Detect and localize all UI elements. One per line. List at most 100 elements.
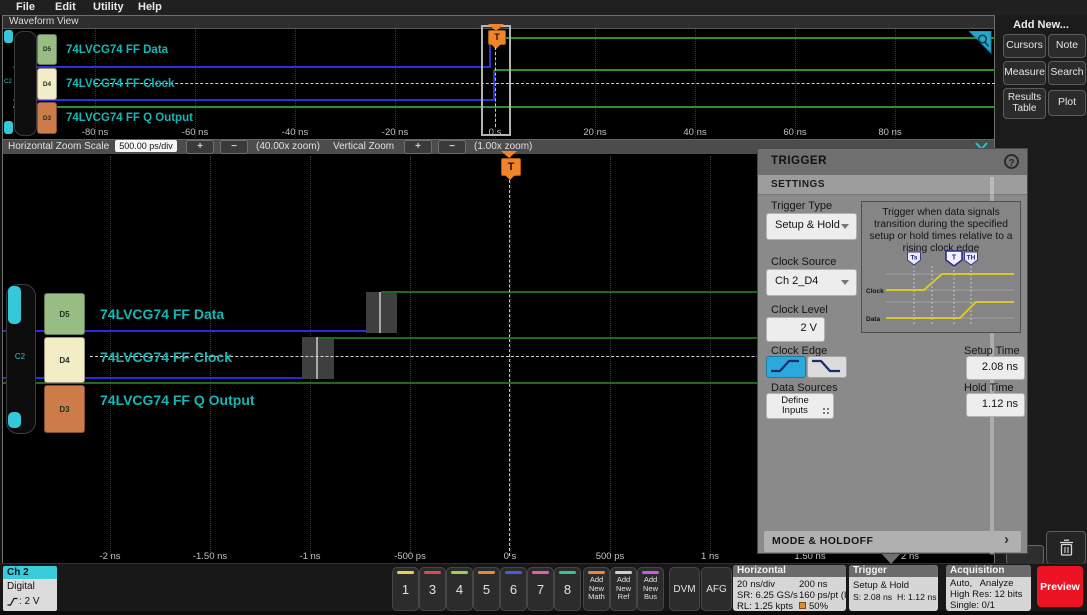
define-inputs-button[interactable]: Define Inputs (766, 393, 834, 419)
data-transition-marker (379, 292, 381, 333)
trigger-badge[interactable]: Trigger Setup & Hold S: 2.08 ns H: 1.12 … (849, 565, 938, 611)
axis-tick: -40 ns (269, 127, 321, 138)
cursors-button[interactable]: Cursors (1003, 34, 1046, 58)
delete-button[interactable] (1046, 531, 1086, 564)
results-table-button[interactable]: Results Table (1003, 88, 1046, 119)
ch2-mode: Digital (7, 581, 35, 592)
clock-level-value: 2 V (800, 322, 817, 334)
expansion-point-icon (799, 602, 806, 609)
group-handle-top-grip[interactable] (4, 30, 13, 43)
math-color-stripe (588, 571, 605, 574)
sample-rate: SR: 6.25 GS/s (737, 590, 798, 601)
group-handle-bottom-grip[interactable] (4, 121, 13, 134)
chevron-down-icon (841, 224, 849, 229)
horizontal-badge-title: Horizontal (733, 565, 846, 577)
digital-group-handle[interactable] (14, 31, 37, 136)
ch2-threshold: : 2 V (19, 596, 40, 607)
vertical-zoom-label: Vertical Zoom (333, 141, 394, 152)
clock-level-field[interactable]: 2 V (766, 317, 825, 342)
help-icon[interactable]: ? (1004, 154, 1019, 169)
menu-bar (0, 0, 1087, 15)
clock-low-trace (13, 99, 494, 101)
menu-help[interactable]: Help (138, 1, 162, 13)
record-length: RL: 1.25 kpts (737, 601, 793, 611)
menu-utility[interactable]: Utility (93, 1, 124, 13)
trigger-description-box: Trigger when data signals transition dur… (861, 201, 1021, 333)
ch2-body: Digital : 2 V (3, 579, 57, 611)
trigger-type-value: Setup & Hold (775, 219, 840, 231)
rising-edge-button[interactable] (766, 356, 806, 378)
h-zoom-minus-button[interactable]: − (220, 140, 248, 154)
hold-time-field[interactable]: 1.12 ns (966, 393, 1025, 417)
channel-number: 7 (528, 582, 553, 597)
menu-file[interactable]: File (16, 1, 35, 13)
v-zoom-minus-button[interactable]: − (438, 140, 466, 154)
sample-resolution: 160 ps/pt (IT) (799, 590, 846, 601)
add-new-ref-button[interactable]: Add New Ref (610, 567, 637, 611)
ch2-channel-badge[interactable]: Ch 2 Digital : 2 V (3, 566, 57, 611)
channel-4-button[interactable]: 4 (446, 567, 473, 611)
data-transition-block (366, 292, 397, 333)
trigger-type-dropdown[interactable]: Setup & Hold (766, 213, 857, 240)
trigger-panel-header[interactable]: TRIGGER ? (758, 149, 1027, 175)
add-new-bus-button[interactable]: Add New Bus (637, 567, 664, 611)
channel-label-clock: 74LVCG74 FF Clock (100, 349, 232, 365)
bottom-strip (0, 611, 1087, 615)
trigger-position-arrow-icon[interactable] (501, 151, 517, 158)
note-button[interactable]: Note (1048, 34, 1086, 58)
h-zoom-plus-button[interactable]: + (186, 140, 214, 154)
falling-edge-button[interactable] (807, 356, 847, 378)
waveform-view-title: Waveform View (9, 16, 78, 27)
settings-tab-label: SETTINGS (771, 179, 825, 190)
group-handle-top-grip[interactable] (8, 286, 21, 324)
ch2-header: Ch 2 (3, 566, 57, 579)
channel-1-button[interactable]: 1 (392, 567, 419, 611)
channel-3-button[interactable]: 3 (419, 567, 446, 611)
channel-5-button[interactable]: 5 (473, 567, 500, 611)
channel-8-button[interactable]: 8 (554, 567, 581, 611)
channel-badge-d5[interactable]: D5 (44, 293, 85, 335)
horizontal-zoom-scale-input[interactable]: 500.00 ps/div (115, 140, 177, 152)
dvm-button[interactable]: DVM (669, 567, 700, 611)
setup-time-field[interactable]: 2.08 ns (966, 356, 1025, 380)
channel-badge-d5[interactable]: D5 (37, 34, 57, 65)
th-marker: TH (967, 255, 976, 262)
channel-7-button[interactable]: 7 (527, 567, 554, 611)
clock-source-value: Ch 2_D4 (775, 275, 818, 287)
horizontal-badge[interactable]: Horizontal 20 ns/div 200 ns SR: 6.25 GS/… (733, 565, 846, 611)
menu-edit[interactable]: Edit (55, 1, 76, 13)
channel-color-stripe (451, 571, 468, 574)
zoom-overview-icon[interactable] (969, 31, 992, 54)
clock-transition-marker (316, 337, 318, 379)
group-handle-bottom-grip[interactable] (8, 412, 21, 428)
trigger-type-summary: Setup & Hold (853, 580, 909, 591)
threshold-edge-icon (7, 597, 18, 606)
axis-tick: -2 ns (84, 551, 136, 562)
clock-source-dropdown[interactable]: Ch 2_D4 (766, 269, 857, 296)
axis-tick: 500 ps (584, 551, 636, 562)
plot-button[interactable]: Plot (1048, 90, 1086, 116)
chevron-right-icon: › (1004, 531, 1009, 548)
trigger-line-main (509, 180, 510, 556)
channel-6-button[interactable]: 6 (500, 567, 527, 611)
axis-tick: 0 s (469, 127, 521, 138)
channel-badge-d3[interactable]: D3 (37, 102, 57, 134)
channel-badge-d4[interactable]: D4 (44, 337, 85, 383)
acquisition-badge[interactable]: Acquisition Auto, Analyze High Res: 12 b… (946, 565, 1031, 611)
preview-button[interactable]: Preview (1037, 566, 1083, 607)
settings-tab[interactable]: SETTINGS (758, 175, 1027, 195)
diagram-clock-label: Clock (866, 288, 884, 295)
v-zoom-plus-button[interactable]: + (404, 140, 432, 154)
measure-button[interactable]: Measure (1003, 61, 1046, 85)
search-button[interactable]: Search (1048, 61, 1086, 85)
channel-color-stripe (397, 571, 414, 574)
falling-edge-icon (808, 357, 844, 375)
afg-button[interactable]: AFG (701, 567, 732, 611)
channel-badge-d3[interactable]: D3 (44, 385, 85, 433)
acquisition-single: Single: 0/1 (950, 600, 995, 611)
mode-holdoff-bar[interactable]: MODE & HOLDOFF › (764, 531, 1021, 552)
add-new-math-button[interactable]: Add New Math (583, 567, 610, 611)
channel-badge-d4[interactable]: D4 (37, 68, 57, 100)
acquisition-badge-title: Acquisition (946, 565, 1031, 577)
horizontal-zoom-scale-label: Horizontal Zoom Scale (8, 141, 109, 152)
